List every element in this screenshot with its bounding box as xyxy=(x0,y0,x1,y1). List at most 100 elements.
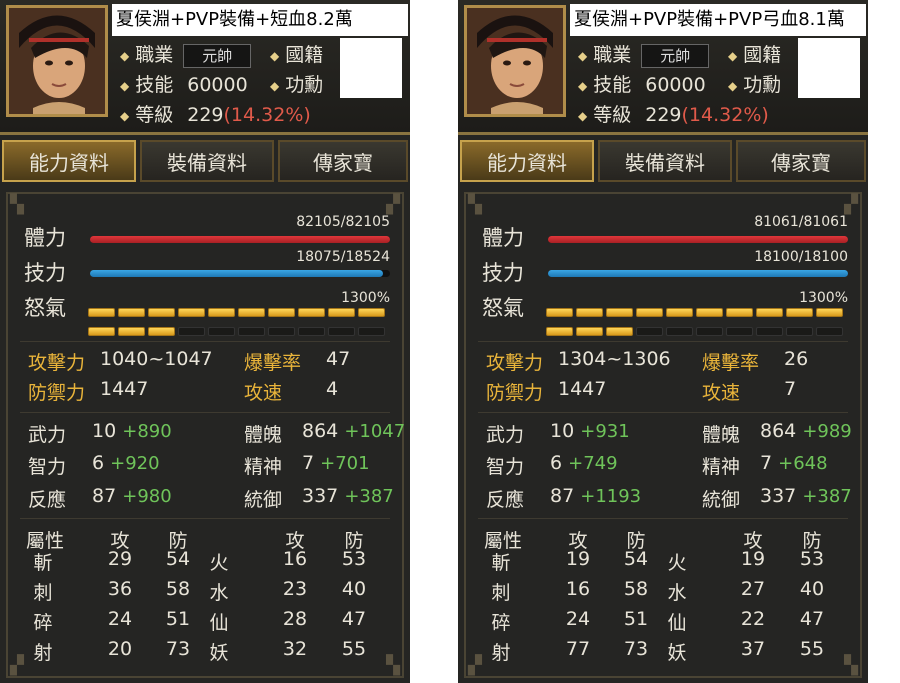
redacted-area xyxy=(340,38,402,98)
attr-def: 53 xyxy=(341,548,367,570)
wu-value: 10 +931 xyxy=(550,420,630,442)
tab-ability[interactable]: 能力資料 xyxy=(2,140,136,182)
level-value: 229 xyxy=(645,104,682,126)
rage-segment xyxy=(606,308,633,317)
attr-name: 火 xyxy=(209,552,229,574)
hp-bar-fill xyxy=(548,236,848,243)
attr-name: 仙 xyxy=(667,612,687,634)
js-label: 精神 xyxy=(702,456,741,478)
diamond-icon: ◆ xyxy=(578,78,588,93)
corner-ornament-icon: ▚ xyxy=(844,655,858,676)
tab-heirloom[interactable]: 傳家寶 xyxy=(736,140,866,182)
js-label: 精神 xyxy=(244,456,283,478)
js-base: 7 xyxy=(302,452,315,474)
attr-name: 斬 xyxy=(33,552,53,574)
divider xyxy=(478,341,848,342)
character-header: 夏侯淵+PVP裝備+短血8.2萬 ◆ 職業 元帥 ◆ 國籍 ◆ 技能 60000 ◆ 功勳 … xyxy=(0,0,410,135)
tab-bar: 能力資料 裝備資料 傳家寶 xyxy=(458,140,868,182)
attr-atk: 16 xyxy=(282,548,308,570)
ty-value: 337 +387 xyxy=(760,485,852,507)
ty-label: 統御 xyxy=(702,489,741,511)
rage-label: 怒氣 xyxy=(482,296,524,320)
tp-value: 864 +1047 xyxy=(302,420,405,442)
attr-atk: 29 xyxy=(107,548,133,570)
attr-name: 水 xyxy=(667,582,687,604)
attr-name: 碎 xyxy=(491,612,511,634)
diamond-icon: ◆ xyxy=(270,78,280,93)
level-label: 等級 xyxy=(135,104,174,126)
level-percent: (14.32%) xyxy=(223,104,311,126)
character-panel: 夏侯淵+PVP裝備+PVP弓血8.1萬 ◆ 職業 元帥 ◆ 國籍 ◆ 技能 60000 ◆… xyxy=(458,0,868,683)
crit-label: 爆擊率 xyxy=(244,352,302,374)
skill-label: 技能 xyxy=(135,74,174,96)
hp-bar xyxy=(90,236,390,243)
spd-value: 4 xyxy=(326,378,339,400)
atk-value: 1304~1306 xyxy=(558,348,671,370)
crit-value: 47 xyxy=(326,348,351,370)
attr-def: 58 xyxy=(165,578,191,600)
character-name: 夏侯淵+PVP裝備+PVP弓血8.1萬 xyxy=(570,4,866,36)
corner-ornament-icon: ▞ xyxy=(844,194,858,215)
character-header: 夏侯淵+PVP裝備+PVP弓血8.1萬 ◆ 職業 元帥 ◆ 國籍 ◆ 技能 60000 ◆… xyxy=(458,0,868,135)
diamond-icon: ◆ xyxy=(120,78,130,93)
attr-atk: 20 xyxy=(107,638,133,660)
fy-base: 87 xyxy=(92,485,117,507)
def-value: 1447 xyxy=(558,378,607,400)
rage-segment xyxy=(148,327,175,336)
character-portrait[interactable] xyxy=(464,5,566,117)
attr-atk: 16 xyxy=(565,578,591,600)
hp-text: 81061/81061 xyxy=(754,214,848,230)
tp-value: 864 +989 xyxy=(760,420,852,442)
js-base: 7 xyxy=(760,452,773,474)
tp-label: 體魄 xyxy=(702,424,741,446)
js-value: 7 +701 xyxy=(302,452,370,474)
wu-bonus: +931 xyxy=(580,421,630,442)
portrait-icon xyxy=(467,8,563,114)
attr-atk: 36 xyxy=(107,578,133,600)
atk-label: 攻擊力 xyxy=(28,352,86,374)
rage-segment xyxy=(148,308,175,317)
attr-atk: 28 xyxy=(282,608,308,630)
attr-def: 51 xyxy=(165,608,191,630)
diamond-icon: ◆ xyxy=(728,48,738,63)
rage-segment xyxy=(118,327,145,336)
rage-segment xyxy=(88,327,115,336)
attr-def: 55 xyxy=(799,638,825,660)
redacted-area xyxy=(798,38,860,98)
tab-bar: 能力資料 裝備資料 傳家寶 xyxy=(0,140,410,182)
attr-def: 51 xyxy=(623,608,649,630)
attr-def: 40 xyxy=(799,578,825,600)
diamond-icon: ◆ xyxy=(728,78,738,93)
tab-equipment[interactable]: 裝備資料 xyxy=(140,140,274,182)
tab-equipment[interactable]: 裝備資料 xyxy=(598,140,732,182)
sp-bar xyxy=(548,270,848,277)
skill-value: 60000 xyxy=(187,74,248,96)
rage-segment xyxy=(208,327,235,336)
ty-bonus: +387 xyxy=(802,486,852,507)
tab-heirloom[interactable]: 傳家寶 xyxy=(278,140,408,182)
attr-atk: 23 xyxy=(282,578,308,600)
divider xyxy=(20,341,390,342)
rage-segment xyxy=(118,308,145,317)
tab-ability[interactable]: 能力資料 xyxy=(460,140,594,182)
atk-label: 攻擊力 xyxy=(486,352,544,374)
rage-segment xyxy=(546,308,573,317)
rage-segment xyxy=(178,327,205,336)
divider xyxy=(478,412,848,413)
rage-gauge xyxy=(88,305,390,343)
job-label: 職業 xyxy=(593,44,632,66)
spd-label: 攻速 xyxy=(244,382,283,404)
fy-label: 反應 xyxy=(28,489,67,511)
rage-label: 怒氣 xyxy=(24,296,66,320)
attr-def: 40 xyxy=(341,578,367,600)
zl-value: 6 +920 xyxy=(92,452,160,474)
rage-segment xyxy=(666,308,693,317)
rage-segment xyxy=(786,308,813,317)
diamond-icon: ◆ xyxy=(270,48,280,63)
job-row: ◆ 職業 元帥 ◆ 國籍 xyxy=(578,40,781,68)
attr-def: 54 xyxy=(623,548,649,570)
attr-def: 73 xyxy=(623,638,649,660)
character-portrait[interactable] xyxy=(6,5,108,117)
attr-name: 妖 xyxy=(667,642,687,664)
tp-bonus: +989 xyxy=(802,421,852,442)
